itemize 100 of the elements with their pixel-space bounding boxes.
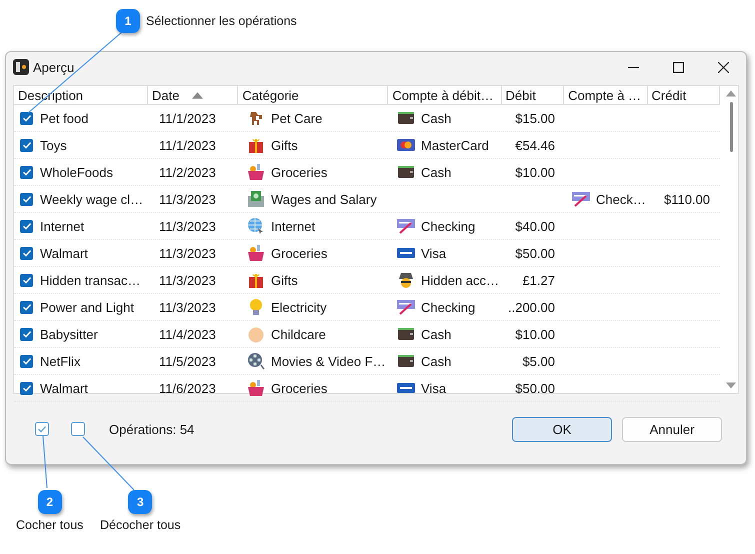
scroll-down-icon[interactable]	[726, 382, 736, 389]
table-cell: Weekly wage cl…	[40, 192, 144, 206]
checkbox[interactable]	[20, 354, 33, 368]
checkbox[interactable]	[20, 274, 33, 286]
table-cell: $10.00	[515, 164, 555, 180]
wallet-icon	[397, 325, 415, 343]
operations-count: Opérations: 54	[109, 422, 194, 436]
cheque-icon	[397, 298, 415, 316]
table-cell: ..200.00	[508, 300, 555, 314]
table-cell: Internet	[40, 218, 84, 234]
column-header[interactable]: Compte à …	[564, 86, 648, 104]
table-cell: Pet food	[40, 110, 88, 126]
callout-badge: 2	[38, 490, 62, 514]
table-cell: 11/1/2023	[159, 110, 216, 126]
credit-card-icon	[397, 136, 415, 154]
ok-button[interactable]: OK	[512, 416, 612, 442]
table-cell: Walmart	[40, 246, 88, 260]
app-icon	[13, 59, 29, 75]
column-header[interactable]: Date	[148, 86, 238, 104]
column-header[interactable]: Compte à débit…	[388, 86, 502, 104]
checkbox[interactable]	[20, 166, 33, 178]
table-cell: Electricity	[271, 300, 327, 314]
table-cell: Checking	[421, 218, 476, 234]
table-cell: Hidden acc…	[421, 272, 500, 288]
table-cell: 11/1/2023	[159, 138, 216, 152]
checkbox[interactable]	[20, 220, 33, 232]
table-cell: MasterCard	[421, 138, 489, 152]
table-cell: Babysitter	[40, 326, 98, 342]
table-cell: Visa	[421, 246, 446, 260]
scroll-up-icon[interactable]	[726, 90, 736, 97]
callout-label: Décocher tous	[100, 518, 181, 532]
table-cell: £1.27	[522, 272, 555, 288]
table-cell: 11/5/2023	[159, 354, 216, 368]
table-cell: Hidden transac…	[40, 272, 140, 288]
table-cell: 11/3/2023	[159, 218, 216, 234]
table-cell: Groceries	[271, 246, 328, 260]
table-cell: 11/2/2023	[159, 164, 216, 180]
light-bulb-icon	[247, 298, 265, 316]
table-cell: Groceries	[271, 164, 328, 180]
spy-icon	[397, 271, 415, 289]
check-all-icon[interactable]	[35, 422, 49, 436]
checkbox[interactable]	[20, 328, 33, 340]
gift-icon	[247, 271, 265, 289]
money-envelope-icon	[247, 190, 265, 208]
cheque-icon	[397, 217, 415, 235]
table-cell: Gifts	[271, 138, 298, 152]
cheque-icon	[572, 190, 590, 208]
table-cell: Cash	[421, 326, 452, 342]
column-header[interactable]: Débit	[502, 86, 564, 104]
wallet-icon	[397, 352, 415, 370]
wallet-icon	[397, 109, 415, 127]
maximize-icon[interactable]	[673, 62, 684, 72]
checkbox[interactable]	[20, 382, 33, 394]
table-cell: NetFlix	[40, 354, 80, 368]
table-cell: 11/4/2023	[159, 326, 216, 342]
table-cell: 11/3/2023	[159, 192, 216, 206]
table-cell: Wages and Salary	[271, 192, 377, 206]
table-cell: Childcare	[271, 326, 326, 342]
checkbox[interactable]	[20, 192, 33, 206]
table-cell: Walmart	[40, 380, 88, 396]
leader-line	[42, 436, 48, 488]
checkbox[interactable]	[20, 138, 33, 152]
wallet-icon	[397, 163, 415, 181]
cancel-button[interactable]: Annuler	[622, 416, 722, 442]
checkbox[interactable]	[20, 246, 33, 260]
table-cell: 11/6/2023	[159, 380, 216, 396]
callout-label: Cocher tous	[16, 518, 84, 532]
table-cell: $15.00	[515, 110, 555, 126]
table-cell: $110.00	[664, 192, 710, 206]
table-cell: WholeFoods	[40, 164, 113, 180]
basket-icon	[247, 244, 265, 262]
table-cell: $10.00	[515, 326, 555, 342]
callout-badge: 3	[128, 490, 152, 514]
table-cell: Power and Light	[40, 300, 134, 314]
callout-badge: 1	[116, 9, 140, 33]
table-cell: Cash	[421, 164, 452, 180]
table-cell: $50.00	[515, 246, 555, 260]
film-reel-icon	[247, 352, 265, 370]
table-cell: Check…	[596, 192, 646, 206]
table-cell: Visa	[421, 380, 446, 396]
table-cell: Checking	[421, 300, 476, 314]
callout-label: Sélectionner les opérations	[146, 14, 297, 28]
window-title: Aperçu	[33, 60, 74, 74]
close-icon[interactable]	[718, 62, 729, 72]
leader-line	[82, 436, 134, 490]
table-cell: 11/3/2023	[159, 246, 216, 260]
checkbox[interactable]	[20, 300, 33, 314]
table-cell: Internet	[271, 218, 316, 234]
column-header[interactable]: Crédit	[648, 86, 720, 104]
table-cell: Pet Care	[271, 110, 322, 126]
uncheck-all-icon[interactable]	[71, 422, 85, 436]
scroll-thumb[interactable]	[730, 102, 732, 152]
table-cell: Groceries	[271, 380, 328, 396]
table-cell: Movies & Video F…	[271, 354, 386, 368]
column-header[interactable]: Catégorie	[238, 86, 388, 104]
table-cell: Gifts	[271, 272, 298, 288]
table-cell: Toys	[40, 138, 67, 152]
checkbox[interactable]	[20, 112, 33, 124]
basket-icon	[247, 163, 265, 181]
table-cell: $5.00	[522, 354, 555, 368]
